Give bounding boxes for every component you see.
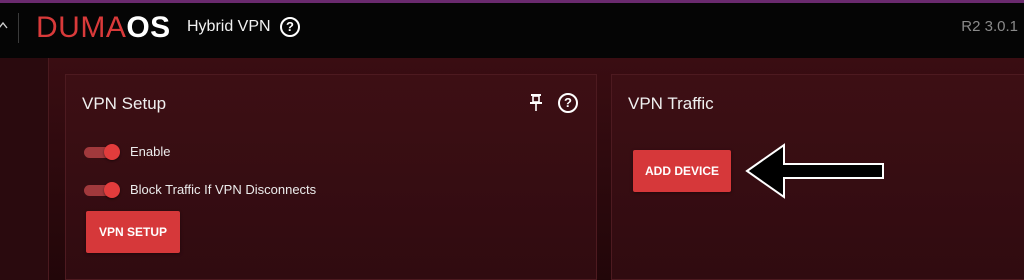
header-divider bbox=[18, 13, 19, 43]
header: DUMAOS Hybrid VPN ? R2 3.0.1 bbox=[0, 3, 1024, 58]
enable-row: Enable bbox=[84, 142, 170, 162]
chevron-up-icon[interactable] bbox=[0, 21, 8, 31]
duma-os-logo: DUMAOS bbox=[36, 11, 171, 45]
help-icon[interactable]: ? bbox=[558, 93, 578, 113]
arrow-left-icon bbox=[745, 143, 884, 199]
enable-toggle[interactable] bbox=[84, 144, 120, 160]
vpn-traffic-title: VPN Traffic bbox=[628, 94, 714, 113]
logo-os: OS bbox=[126, 11, 171, 44]
vpn-setup-button[interactable]: VPN SETUP bbox=[86, 211, 180, 253]
help-icon[interactable]: ? bbox=[280, 17, 300, 37]
firmware-version: R2 3.0.1 bbox=[961, 18, 1018, 35]
toggle-knob bbox=[104, 144, 120, 160]
block-traffic-label: Block Traffic If VPN Disconnects bbox=[130, 182, 317, 197]
page-title: Hybrid VPN bbox=[187, 18, 271, 35]
vpn-setup-panel: VPN Setup ? Enable Block Traffic If VPN … bbox=[65, 74, 597, 280]
vpn-setup-title: VPN Setup bbox=[82, 94, 167, 113]
app-window: DUMAOS Hybrid VPN ? R2 3.0.1 VPN Setup ? bbox=[0, 0, 1024, 280]
block-traffic-toggle[interactable] bbox=[84, 182, 120, 198]
toggle-knob bbox=[104, 182, 120, 198]
side-rail bbox=[0, 58, 49, 280]
pin-icon[interactable] bbox=[528, 93, 544, 113]
logo-duma: DUMA bbox=[36, 11, 127, 44]
block-traffic-row: Block Traffic If VPN Disconnects bbox=[84, 180, 316, 200]
enable-label: Enable bbox=[130, 144, 171, 159]
add-device-button[interactable]: ADD DEVICE bbox=[633, 150, 731, 192]
